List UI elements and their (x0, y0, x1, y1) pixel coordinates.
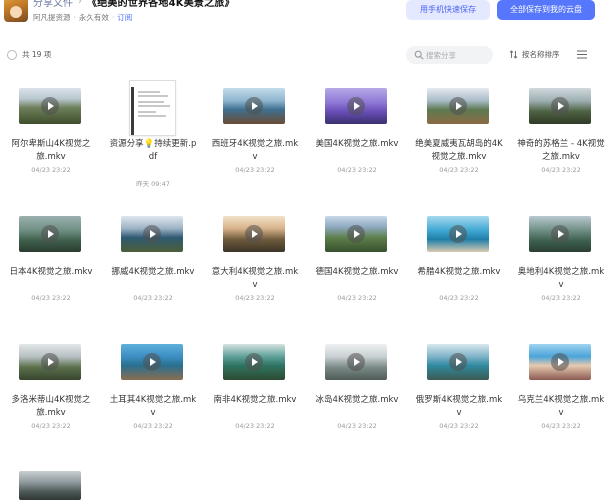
file-date: 04/23 23:22 (541, 422, 581, 430)
pdf-text-line (138, 115, 166, 117)
play-icon[interactable] (551, 225, 569, 243)
video-thumbnail[interactable] (325, 344, 387, 380)
file-name[interactable]: 西班牙4K视觉之旅.mkv (210, 138, 300, 163)
file-name[interactable]: 资源分享💡持续更新.pdf (108, 138, 198, 163)
file-item-video[interactable]: 西班牙4K视觉之旅.mkv 04/23 23:22 (204, 88, 306, 188)
pdf-thumbnail-icon[interactable] (129, 80, 176, 136)
video-thumbnail[interactable] (529, 216, 591, 252)
file-item-video[interactable]: 奥地利4K视觉之旅.mkv 04/23 23:22 (510, 216, 612, 316)
file-date: 04/23 23:22 (439, 294, 479, 302)
file-grid: 阿尔卑斯山4K视觉之旅.mkv 04/23 23:22 资源分享💡持续更新.pdf 昨… (0, 0, 612, 500)
file-name[interactable]: 神奇的苏格兰 - 4K视觉之旅.mkv (516, 138, 606, 163)
play-icon[interactable] (245, 225, 263, 243)
play-icon[interactable] (41, 225, 59, 243)
file-name[interactable]: 南非4K视觉之旅.mkv (210, 394, 300, 407)
play-icon[interactable] (449, 97, 467, 115)
file-date: 04/23 23:22 (439, 166, 479, 174)
video-thumbnail[interactable] (121, 216, 183, 252)
file-item-video[interactable]: 南非4K视觉之旅.mkv 04/23 23:22 (204, 344, 306, 444)
pdf-text-line (138, 91, 160, 93)
play-icon[interactable] (41, 353, 59, 371)
file-date: 04/23 23:22 (337, 166, 377, 174)
file-date: 04/23 23:22 (337, 294, 377, 302)
file-item-video[interactable]: 挪威4K视觉之旅.mkv 04/23 23:22 (102, 216, 204, 316)
file-name[interactable]: 日本4K视觉之旅.mkv (6, 266, 96, 279)
file-name[interactable]: 意大利4K视觉之旅.mkv (210, 266, 300, 291)
file-name[interactable]: 挪威4K视觉之旅.mkv (108, 266, 198, 279)
play-icon[interactable] (245, 353, 263, 371)
file-item-video[interactable]: 绝美夏威夷瓦胡岛的4K视觉之旅.mkv 04/23 23:22 (408, 88, 510, 188)
file-item-video[interactable]: 多洛米蒂山4K视觉之旅.mkv 04/23 23:22 (0, 344, 102, 444)
play-icon[interactable] (449, 353, 467, 371)
file-item-video[interactable]: 乌克兰4K视觉之旅.mkv 04/23 23:22 (510, 344, 612, 444)
file-date: 04/23 23:22 (541, 166, 581, 174)
file-date: 04/23 23:22 (31, 166, 71, 174)
file-item-video[interactable] (0, 471, 102, 500)
video-thumbnail[interactable] (19, 471, 81, 500)
file-name[interactable]: 阿尔卑斯山4K视觉之旅.mkv (6, 138, 96, 163)
video-thumbnail[interactable] (427, 216, 489, 252)
pdf-binding-bar (131, 87, 134, 135)
file-date: 04/23 23:22 (133, 422, 173, 430)
video-thumbnail[interactable] (529, 88, 591, 124)
play-icon[interactable] (143, 225, 161, 243)
file-date: 04/23 23:22 (337, 422, 377, 430)
pdf-text-line (138, 95, 168, 97)
file-item-video[interactable]: 土耳其4K视觉之旅.mkv 04/23 23:22 (102, 344, 204, 444)
file-date: 04/23 23:22 (235, 422, 275, 430)
video-thumbnail[interactable] (325, 88, 387, 124)
file-name[interactable]: 美国4K视觉之旅.mkv (312, 138, 402, 151)
file-item-video[interactable]: 希腊4K视觉之旅.mkv 04/23 23:22 (408, 216, 510, 316)
file-item-pdf[interactable]: 资源分享💡持续更新.pdf 昨天 09:47 (102, 80, 204, 188)
file-date: 04/23 23:22 (31, 422, 71, 430)
file-date: 昨天 09:47 (136, 180, 170, 188)
file-item-video[interactable]: 阿尔卑斯山4K视觉之旅.mkv 04/23 23:22 (0, 88, 102, 188)
play-icon[interactable] (347, 225, 365, 243)
file-date: 04/23 23:22 (235, 166, 275, 174)
play-icon[interactable] (347, 97, 365, 115)
file-name[interactable]: 土耳其4K视觉之旅.mkv (108, 394, 198, 419)
file-name[interactable]: 俄罗斯4K视觉之旅.mkv (414, 394, 504, 419)
play-icon[interactable] (347, 353, 365, 371)
file-name[interactable]: 乌克兰4K视觉之旅.mkv (516, 394, 606, 419)
file-item-video[interactable]: 意大利4K视觉之旅.mkv 04/23 23:22 (204, 216, 306, 316)
file-date: 04/23 23:22 (439, 422, 479, 430)
file-item-video[interactable]: 日本4K视觉之旅.mkv 04/23 23:22 (0, 216, 102, 316)
file-item-video[interactable]: 美国4K视觉之旅.mkv 04/23 23:22 (306, 88, 408, 188)
video-thumbnail[interactable] (427, 344, 489, 380)
play-icon[interactable] (41, 97, 59, 115)
video-thumbnail[interactable] (325, 216, 387, 252)
file-name[interactable]: 绝美夏威夷瓦胡岛的4K视觉之旅.mkv (414, 138, 504, 163)
file-name[interactable]: 多洛米蒂山4K视觉之旅.mkv (6, 394, 96, 419)
pdf-text-line (138, 101, 164, 103)
play-icon[interactable] (551, 97, 569, 115)
pdf-text-line (138, 111, 156, 113)
file-date: 04/23 23:22 (541, 294, 581, 302)
file-date: 04/23 23:22 (133, 294, 173, 302)
file-name[interactable]: 德国4K视觉之旅.mkv (312, 266, 402, 279)
play-icon[interactable] (245, 97, 263, 115)
video-thumbnail[interactable] (223, 216, 285, 252)
video-thumbnail[interactable] (529, 344, 591, 380)
file-date: 04/23 23:22 (235, 294, 275, 302)
video-thumbnail[interactable] (427, 88, 489, 124)
play-icon[interactable] (551, 353, 569, 371)
pdf-text-line (138, 105, 170, 107)
video-thumbnail[interactable] (223, 344, 285, 380)
video-thumbnail[interactable] (223, 88, 285, 124)
video-thumbnail[interactable] (19, 88, 81, 124)
file-item-video[interactable]: 神奇的苏格兰 - 4K视觉之旅.mkv 04/23 23:22 (510, 88, 612, 188)
file-item-video[interactable]: 德国4K视觉之旅.mkv 04/23 23:22 (306, 216, 408, 316)
file-name[interactable]: 希腊4K视觉之旅.mkv (414, 266, 504, 279)
video-thumbnail[interactable] (19, 344, 81, 380)
file-item-video[interactable]: 俄罗斯4K视觉之旅.mkv 04/23 23:22 (408, 344, 510, 444)
video-thumbnail[interactable] (19, 216, 81, 252)
video-thumbnail[interactable] (121, 344, 183, 380)
file-name[interactable]: 冰岛4K视觉之旅.mkv (312, 394, 402, 407)
file-item-video[interactable]: 冰岛4K视觉之旅.mkv 04/23 23:22 (306, 344, 408, 444)
play-icon[interactable] (143, 353, 161, 371)
file-name[interactable]: 奥地利4K视觉之旅.mkv (516, 266, 606, 291)
file-date: 04/23 23:22 (31, 294, 71, 302)
play-icon[interactable] (449, 225, 467, 243)
